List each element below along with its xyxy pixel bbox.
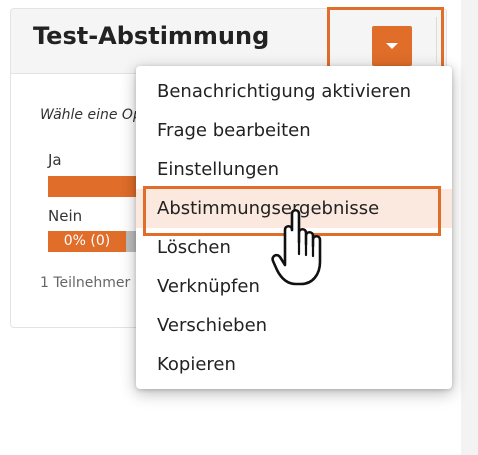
menu-item-kopieren[interactable]: Kopieren <box>136 345 452 384</box>
option-label-ja: Ja <box>48 151 62 169</box>
menu-item-abstimmungsergebnisse[interactable]: Abstimmungsergebnisse <box>136 189 452 228</box>
menu-item-verschieben[interactable]: Verschieben <box>136 306 452 345</box>
poll-options-toggle-button[interactable] <box>372 26 412 66</box>
poll-card-header: Test-Abstimmung <box>11 9 446 74</box>
page-scroll-edge <box>461 0 478 455</box>
caret-down-icon <box>386 43 398 49</box>
menu-item-einstellungen[interactable]: Einstellungen <box>136 150 452 189</box>
participant-count: 1 Teilnehmer <box>40 275 131 291</box>
option-label-nein: Nein <box>48 207 83 225</box>
header-divider <box>436 17 437 63</box>
poll-options-menu: Benachrichtigung aktivieren Frage bearbe… <box>136 66 452 389</box>
menu-item-loeschen[interactable]: Löschen <box>136 228 452 267</box>
menu-item-frage-bearbeiten[interactable]: Frage bearbeiten <box>136 111 452 150</box>
menu-item-verknuepfen[interactable]: Verknüpfen <box>136 267 452 306</box>
menu-item-benachrichtigung-aktivieren[interactable]: Benachrichtigung aktivieren <box>136 72 452 111</box>
option-value-nein: 0% (0) <box>48 231 126 252</box>
poll-title: Test-Abstimmung <box>33 22 270 50</box>
